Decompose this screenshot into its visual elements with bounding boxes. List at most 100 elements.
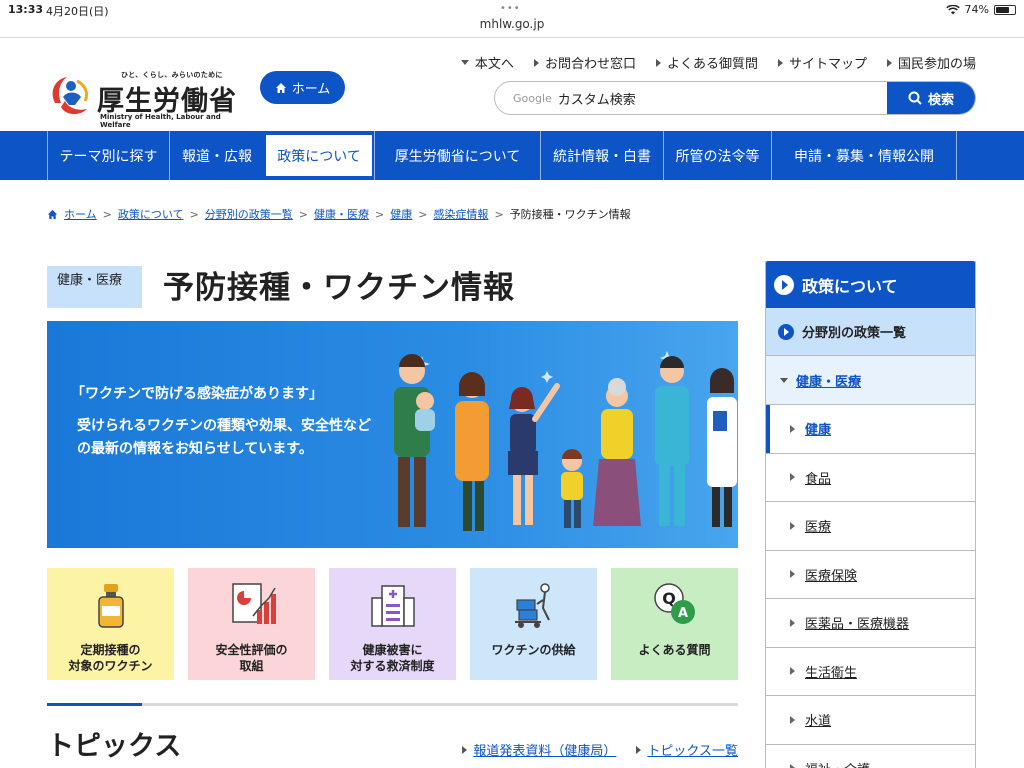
tile-label: 健康被害に 対する救済制度 xyxy=(350,643,435,673)
util-link-faq[interactable]: よくある御質問 xyxy=(655,53,758,72)
util-link-participation[interactable]: 国民参加の場 xyxy=(886,53,976,72)
quick-links: 定期接種の 対象のワクチン 安全性評価の 取組 健康被害に 対する救済制度 ワクチンの… xyxy=(47,568,738,680)
wifi-icon xyxy=(945,4,960,14)
hero-body: 受けられるワクチンの種類や効果、安全性などの最新の情報をお知らせしています。 xyxy=(77,418,371,457)
gnav-applications[interactable]: 申請・募集・情報公開 xyxy=(771,131,957,180)
breadcrumb-policy-list[interactable]: 分野別の政策一覧 xyxy=(205,206,293,222)
breadcrumb-policy[interactable]: 政策について xyxy=(118,206,184,222)
gnav-about[interactable]: 厚生労働省について xyxy=(374,131,540,180)
side-nav-item-insurance[interactable]: 医療保険 xyxy=(766,551,975,599)
mhlw-logo-icon xyxy=(52,77,89,115)
site-logo[interactable]: ひと、くらし、みらいのために 厚生労働省 Ministry of Health,… xyxy=(47,69,247,129)
tile-routine-vaccines[interactable]: 定期接種の 対象のワクチン xyxy=(47,568,174,680)
side-nav-item-food[interactable]: 食品 xyxy=(766,454,975,502)
circle-arrow-icon xyxy=(778,323,794,340)
caret-right-icon xyxy=(790,473,795,482)
caret-right-icon xyxy=(655,58,661,67)
home-button[interactable]: ホーム xyxy=(260,71,345,104)
caret-right-icon xyxy=(636,745,642,754)
address-bar[interactable]: mhlw.go.jp xyxy=(0,17,1024,31)
breadcrumb-current: 予防接種・ワクチン情報 xyxy=(509,208,631,221)
side-nav-item-medical[interactable]: 医療 xyxy=(766,502,975,551)
search-input[interactable]: Google カスタム検索 xyxy=(495,82,887,114)
tile-faq[interactable]: QA よくある質問 xyxy=(611,568,738,680)
side-nav-category[interactable]: 健康・医療 xyxy=(766,356,975,405)
google-brand: Google xyxy=(513,91,552,105)
circle-arrow-icon xyxy=(774,274,794,295)
home-button-label: ホーム xyxy=(291,82,331,97)
side-nav-item-welfare[interactable]: 福祉・介護 xyxy=(766,745,975,768)
tile-vaccine-supply[interactable]: ワクチンの供給 xyxy=(470,568,597,680)
breadcrumb-home[interactable]: ホーム xyxy=(64,206,97,222)
tile-label: 定期接種の 対象のワクチン xyxy=(68,643,153,673)
hero-banner: 「ワクチンで防げる感染症があります」 受けられるワクチンの種類や効果、安全性など… xyxy=(47,321,738,548)
home-icon xyxy=(47,209,58,219)
section-divider xyxy=(47,703,738,706)
caret-right-icon xyxy=(533,58,539,67)
delivery-cart-icon xyxy=(514,583,550,628)
status-bar: 13:33 4月20日(日) ••• mhlw.go.jp 74% xyxy=(0,0,1024,38)
topics-list-link[interactable]: トピックス一覧 xyxy=(636,740,738,759)
side-nav-policy-list[interactable]: 分野別の政策一覧 xyxy=(766,308,975,356)
side-nav-heading[interactable]: 政策について xyxy=(766,261,975,308)
gnav-policy[interactable]: 政策について xyxy=(264,133,374,178)
hospital-icon xyxy=(370,585,415,627)
utility-nav: 本文へ お問合わせ窓口 よくある御質問 サイトマップ 国民参加の場 xyxy=(460,53,976,72)
tile-safety-evaluation[interactable]: 安全性評価の 取組 xyxy=(188,568,315,680)
press-release-link[interactable]: 報道発表資料（健康局） xyxy=(462,740,616,759)
battery-icon xyxy=(994,4,1016,15)
caret-right-icon xyxy=(790,521,795,530)
gnav-statistics[interactable]: 統計情報・白書 xyxy=(540,131,663,180)
caret-down-icon xyxy=(780,377,788,383)
gnav-theme[interactable]: テーマ別に探す xyxy=(47,131,169,180)
search-button-label: 検索 xyxy=(927,92,954,108)
status-indicators: 74% xyxy=(945,3,1016,16)
caret-right-icon xyxy=(790,764,795,768)
util-link-sitemap[interactable]: サイトマップ xyxy=(777,53,867,72)
vaccine-vial-icon xyxy=(97,584,124,628)
search-button[interactable]: 検索 xyxy=(887,82,975,114)
qa-bubble-icon: QA xyxy=(653,583,695,624)
search-placeholder: カスタム検索 xyxy=(557,92,636,108)
side-nav-item-water[interactable]: 水道 xyxy=(766,696,975,745)
home-icon xyxy=(275,82,286,93)
caret-down-icon xyxy=(460,60,469,65)
caret-right-icon xyxy=(886,58,892,67)
logo-english: Ministry of Health, Labour and Welfare xyxy=(100,113,221,129)
caret-right-icon xyxy=(790,424,795,433)
caret-right-icon xyxy=(790,715,795,724)
caret-right-icon xyxy=(790,570,795,579)
page-title: 予防接種・ワクチン情報 xyxy=(163,270,515,306)
caret-right-icon xyxy=(462,745,468,754)
breadcrumb-health-medical[interactable]: 健康・医療 xyxy=(314,206,369,222)
breadcrumb: ホーム > 政策について > 分野別の政策一覧 > 健康・医療 > 健康 > 感染症情報 >… xyxy=(47,206,631,222)
topic-links: 報道発表資料（健康局） トピックス一覧 xyxy=(462,740,738,759)
caret-right-icon xyxy=(790,618,795,627)
tile-label: ワクチンの供給 xyxy=(491,643,576,657)
evaluation-chart-icon xyxy=(231,583,276,624)
more-dots-icon[interactable]: ••• xyxy=(500,3,521,14)
caret-right-icon xyxy=(777,58,783,67)
util-link-skip[interactable]: 本文へ xyxy=(460,53,514,72)
breadcrumb-health[interactable]: 健康 xyxy=(390,206,412,222)
hero-quote: 「ワクチンで防げる感染症があります」 xyxy=(71,386,323,402)
breadcrumb-infectious[interactable]: 感染症情報 xyxy=(433,206,488,222)
family-illustration xyxy=(394,351,737,531)
side-nav: 政策について 分野別の政策一覧 健康・医療 健康 食品 医療 医療保険 医薬品・… xyxy=(765,261,976,768)
tile-label: よくある質問 xyxy=(638,643,711,657)
tile-relief-system[interactable]: 健康被害に 対する救済制度 xyxy=(329,568,456,680)
gnav-laws[interactable]: 所管の法令等 xyxy=(663,131,771,180)
side-nav-item-hygiene[interactable]: 生活衛生 xyxy=(766,648,975,696)
side-nav-item-drugs[interactable]: 医薬品・医療機器 xyxy=(766,599,975,648)
util-link-contact[interactable]: お問合わせ窓口 xyxy=(533,53,636,72)
site-search: Google カスタム検索 検索 xyxy=(494,81,976,115)
status-time: 13:33 xyxy=(8,3,44,16)
battery-percent: 74% xyxy=(964,3,989,16)
caret-right-icon xyxy=(790,667,795,676)
category-tag: 健康・医療 xyxy=(47,266,142,308)
search-icon xyxy=(908,91,922,105)
svg-text:A: A xyxy=(677,606,687,621)
site-header: ひと、くらし、みらいのために 厚生労働省 Ministry of Health,… xyxy=(0,39,1024,131)
side-nav-item-health[interactable]: 健康 xyxy=(766,405,975,454)
gnav-press[interactable]: 報道・広報 xyxy=(169,131,264,180)
